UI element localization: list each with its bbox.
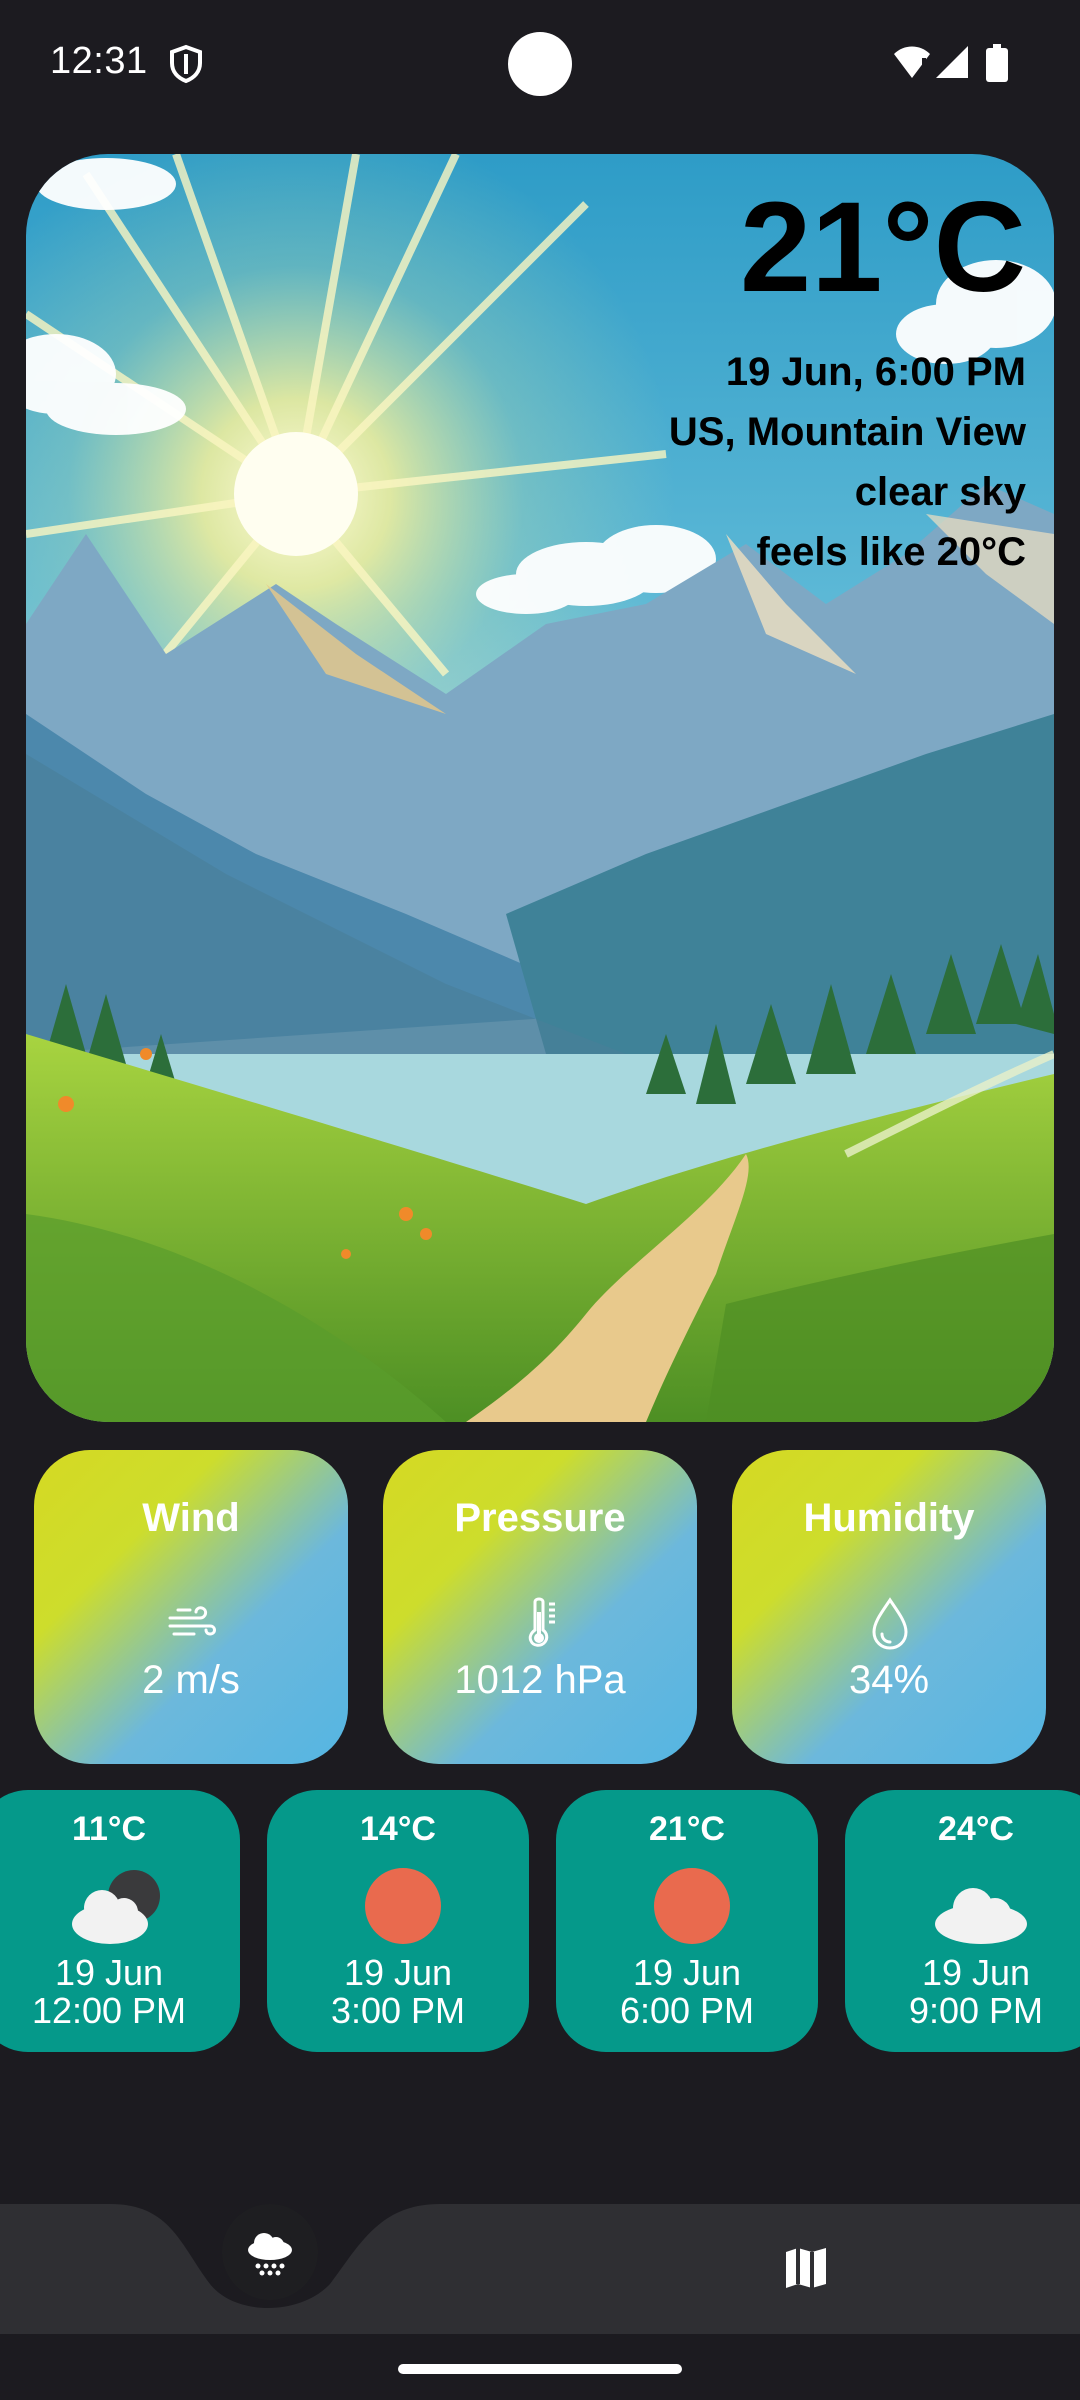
sun-icon xyxy=(365,1868,441,1944)
current-temperature: 21°C xyxy=(740,176,1026,319)
forecast-day: 19 Jun xyxy=(921,1952,1031,1993)
forecast-card[interactable]: 14°C 19 Jun 3:00 PM xyxy=(267,1790,529,2052)
forecast-time: 3:00 PM xyxy=(330,1990,466,2031)
forecast-time: 6:00 PM xyxy=(619,1990,755,2031)
forecast-day: 19 Jun xyxy=(54,1952,164,1993)
weather-nav-icon xyxy=(248,2233,292,2276)
status-bar: 12:31 xyxy=(0,0,1080,126)
current-datetime: 19 Jun, 6:00 PM xyxy=(725,350,1026,394)
cloud-icon xyxy=(935,1888,1027,1944)
pressure-value: 1012 hPa xyxy=(454,1658,626,1702)
forecast-temp: 21°C xyxy=(649,1810,725,1848)
forecast-date: 19 Jun 3:00 PM xyxy=(267,1954,529,2030)
forecast-card[interactable]: 24°C 19 Jun 9:00 PM xyxy=(845,1790,1080,2052)
weather-nav-button[interactable] xyxy=(222,2204,318,2300)
forecast-temp: 11°C xyxy=(71,1810,147,1848)
forecast-date: 19 Jun 9:00 PM xyxy=(845,1954,1080,2030)
droplet-icon xyxy=(872,1597,908,1650)
sun-icon xyxy=(654,1868,730,1944)
wind-card[interactable]: Wind 2 m/s xyxy=(34,1450,348,1764)
humidity-card[interactable]: Humidity 34% xyxy=(732,1450,1046,1764)
pressure-card[interactable]: Pressure 1012 hPa xyxy=(383,1450,697,1764)
forecast-day: 19 Jun xyxy=(632,1952,742,1993)
current-weather-card: 21°C 19 Jun, 6:00 PM US, Mountain View c… xyxy=(26,154,1054,1422)
forecast-time: 12:00 PM xyxy=(31,1990,187,2031)
wind-value: 2 m/s xyxy=(142,1658,240,1702)
current-location: US, Mountain View xyxy=(668,410,1026,454)
status-time: 12:31 xyxy=(50,40,148,82)
pressure-title: Pressure xyxy=(454,1496,626,1540)
humidity-value: 34% xyxy=(848,1658,930,1702)
feels-like: feels like 20°C xyxy=(756,530,1027,574)
forecast-time: 9:00 PM xyxy=(908,1990,1044,2031)
signal-icon xyxy=(936,46,968,78)
forecast-card[interactable]: 11°C 19 Jun 12:00 PM xyxy=(0,1790,240,2052)
camera-cutout xyxy=(508,32,572,96)
wind-title: Wind xyxy=(142,1496,240,1540)
shield-icon xyxy=(170,44,202,84)
humidity-title: Humidity xyxy=(803,1496,975,1540)
wifi-alert-icon xyxy=(894,46,930,78)
current-weather-info: 21°C 19 Jun, 6:00 PM US, Mountain View c… xyxy=(669,184,1026,582)
home-indicator[interactable] xyxy=(398,2364,682,2374)
weather-screen: 12:31 21°C 19 Jun, 6:00 PM US, Mountain … xyxy=(0,0,1080,2400)
forecast-day: 19 Jun xyxy=(343,1952,453,1993)
forecast-temp: 24°C xyxy=(938,1810,1014,1848)
forecast-card[interactable]: 21°C 19 Jun 6:00 PM xyxy=(556,1790,818,2052)
bottom-navigation xyxy=(0,2204,1080,2334)
battery-icon xyxy=(986,44,1008,82)
cloud-moon-icon xyxy=(72,1870,160,1944)
forecast-temp: 14°C xyxy=(360,1810,436,1848)
forecast-date: 19 Jun 12:00 PM xyxy=(0,1954,240,2030)
map-nav-icon[interactable] xyxy=(780,2240,836,2296)
thermometer-icon xyxy=(528,1597,555,1647)
wind-icon xyxy=(168,1606,216,1636)
forecast-date: 19 Jun 6:00 PM xyxy=(556,1954,818,2030)
current-condition: clear sky xyxy=(854,470,1026,514)
